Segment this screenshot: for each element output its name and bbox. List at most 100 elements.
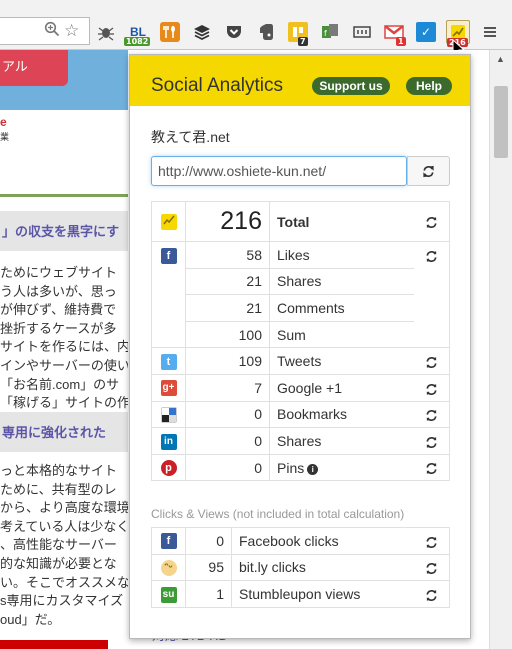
refresh-icon [426, 250, 437, 262]
refresh-total-button[interactable] [413, 201, 450, 242]
menu-icon[interactable] [480, 22, 500, 42]
refresh-stumbleupon-button[interactable] [413, 580, 450, 608]
refresh-twitter-button[interactable] [413, 347, 450, 375]
refresh-icon [426, 589, 437, 601]
facebook-clicks-icon-cell: f [151, 527, 186, 555]
page-banner-label[interactable]: アル [0, 50, 68, 86]
stumbleupon-views-value: 1 [185, 580, 232, 608]
bookmarks-value: 0 [185, 400, 270, 429]
total-label: Total [269, 201, 414, 242]
bitly-icon-cell: ᵔᵕ [151, 553, 186, 582]
text-line: 的な知識が必要とな [0, 555, 117, 571]
bitly-icon: ᵔᵕ [160, 560, 177, 577]
facebook-shares-label: Shares [269, 267, 414, 296]
text-line: ために、共有型のレ [0, 481, 117, 497]
google-plus-label: Google +1 [269, 373, 414, 402]
ff-icon[interactable]: f [320, 22, 340, 42]
google-plus-row: g+ 7 Google +1 [151, 373, 450, 402]
stumbleupon-views-label: Stumbleupon views [231, 580, 414, 608]
facebook-row-comments: 21 Comments [152, 294, 450, 322]
refresh-google-button[interactable] [413, 373, 450, 402]
bug-icon[interactable] [96, 22, 116, 42]
fork-knife-icon[interactable] [160, 22, 180, 42]
refresh-bitly-button[interactable] [413, 553, 450, 582]
page-scrollbar[interactable]: ▲ [489, 50, 512, 649]
stumbleupon-views-row: su 1 Stumbleupon views [151, 580, 450, 608]
text-line: oud」だ。 [0, 611, 61, 627]
text-line: サイトを作るには、内 [0, 339, 128, 355]
pocket-icon[interactable] [224, 22, 244, 42]
facebook-likes-label: Likes [269, 241, 414, 269]
refresh-icon [426, 383, 437, 395]
refresh-icon [426, 357, 437, 368]
read-icon[interactable] [352, 22, 372, 42]
page-logo: e [0, 115, 7, 129]
linkedin-icon-cell: in [151, 427, 186, 455]
pins-value: 0 [185, 453, 270, 482]
google-plus-icon-cell: g+ [151, 373, 186, 402]
facebook-clicks-label: Facebook clicks [231, 527, 414, 555]
twitter-icon-cell: t [151, 347, 186, 375]
bitly-clicks-row: ᵔᵕ 95 bit.ly clicks [151, 553, 450, 582]
svg-text:f: f [324, 29, 327, 38]
buffer-stack-icon[interactable] [192, 22, 212, 42]
text-line: 、高性能なサーバー [0, 537, 117, 553]
pinterest-icon-cell: p [151, 453, 186, 482]
stats-table: 216 Total f 58 Likes 21 Shares 21 Commen… [151, 201, 450, 482]
stumbleupon-icon: su [160, 586, 177, 603]
pins-label: Pins [277, 459, 305, 476]
facebook-shares-value: 21 [185, 267, 270, 296]
refresh-icon [426, 536, 437, 548]
refresh-pinterest-button[interactable] [413, 453, 450, 482]
social-analytics-popup: Social Analytics Support us Help 教えて君.ne… [129, 54, 471, 639]
total-number: 216 [220, 207, 262, 235]
text-line: う人は多いが、思っ [0, 283, 117, 299]
page-red-block [0, 640, 108, 649]
refresh-facebook-button[interactable] [413, 240, 450, 349]
text-line: ためにウェブサイト [0, 265, 118, 280]
facebook-row-sum: 100 Sum [152, 320, 450, 349]
article-heading[interactable]: 専用に強化された [0, 412, 128, 452]
refresh-icon [426, 436, 437, 448]
scroll-up-icon[interactable]: ▲ [496, 54, 505, 64]
facebook-icon-cell: f [151, 240, 186, 348]
linkedin-value: 0 [185, 427, 270, 455]
refresh-linkedin-button[interactable] [413, 427, 450, 455]
text-line: 挫折するケースが多 [0, 320, 117, 336]
check-icon[interactable]: ✓ [416, 22, 436, 42]
linkedin-icon: in [160, 433, 177, 450]
browser-toolbar: ☆ BL 1082 7 f 1 ✓ 216 [0, 0, 512, 59]
google-plus-value: 7 [185, 373, 270, 402]
refresh-facebook-clicks-button[interactable] [413, 527, 450, 555]
pinterest-row: p 0 Pins i [151, 453, 450, 482]
refresh-icon [426, 563, 437, 575]
url-input[interactable] [151, 156, 407, 186]
url-refresh-button[interactable] [407, 156, 450, 186]
article-heading[interactable]: 」の収支を黒字にす [0, 211, 128, 251]
bitly-clicks-value: 95 [185, 553, 232, 582]
article-text: ためにウェブサイト う人は多いが、思っ が伸びず、維持費で 挫折するケースが多 … [0, 264, 128, 413]
article-text: っと本格的なサイト ために、共有型のレ から、より高度な環境 考えている人は少な… [0, 462, 128, 629]
google-plus-icon: g+ [160, 380, 177, 397]
social-analytics-icon [160, 214, 177, 231]
gmail-badge: 1 [396, 37, 406, 46]
search-icon[interactable] [44, 21, 60, 42]
text-line: インやサーバーの使い [0, 357, 128, 373]
scroll-thumb[interactable] [494, 86, 508, 158]
evernote-icon[interactable] [256, 22, 276, 42]
refresh-delicious-button[interactable] [413, 400, 450, 429]
tweets-value: 109 [185, 347, 270, 375]
facebook-clicks-value: 0 [185, 527, 232, 555]
kanban-badge: 7 [298, 37, 308, 46]
bl-badge: 1082 [124, 37, 151, 46]
total-icon-cell [151, 201, 186, 242]
delicious-icon [160, 407, 177, 423]
facebook-row-likes: f 58 Likes [151, 240, 450, 349]
bookmark-star-icon[interactable]: ☆ [64, 21, 79, 41]
page-logo-sub: 業 [0, 132, 10, 142]
info-icon[interactable]: i [307, 463, 319, 475]
text-line: s専用にカスタマイズ [0, 593, 124, 609]
help-button[interactable]: Help [406, 77, 452, 95]
support-us-button[interactable]: Support us [312, 77, 390, 95]
bitly-clicks-label: bit.ly clicks [231, 553, 414, 582]
